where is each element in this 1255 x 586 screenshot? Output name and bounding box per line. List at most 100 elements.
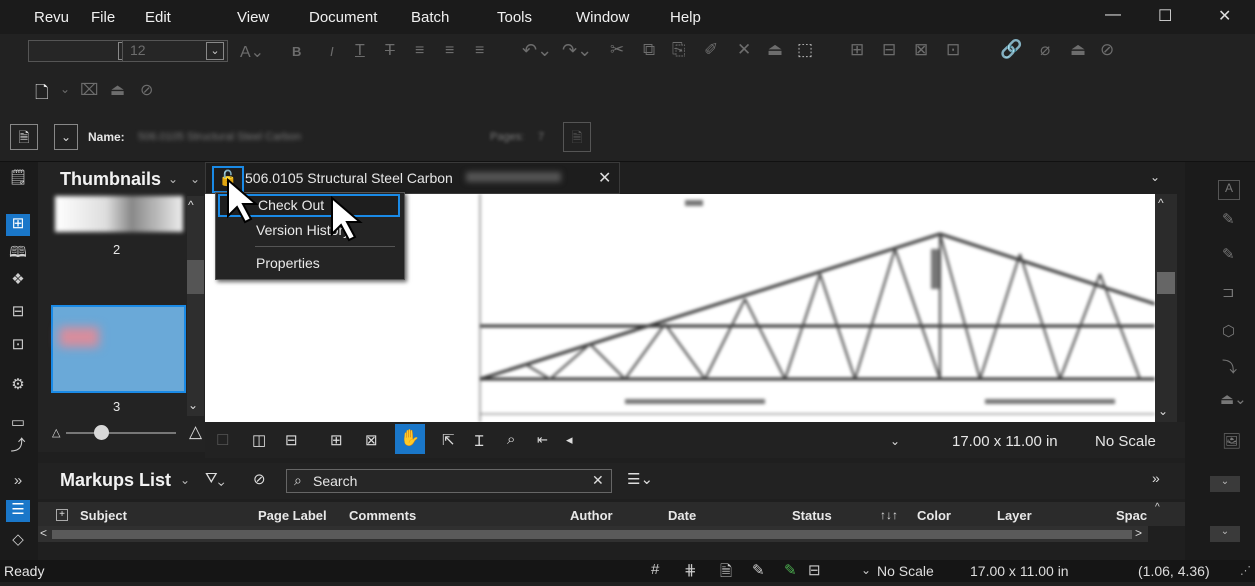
chevron-down-icon[interactable]: ⌄ — [861, 563, 871, 577]
crop-icon[interactable]: ⌧ — [80, 80, 98, 100]
hide-markups-icon[interactable]: ⊘ — [1100, 40, 1114, 60]
text-box-icon[interactable]: A — [1218, 180, 1240, 200]
line-icon[interactable]: ⊐ — [1222, 283, 1235, 301]
strikethrough-icon[interactable]: T — [385, 42, 395, 60]
format-painter-icon[interactable]: ✐ — [704, 40, 718, 60]
zoom-icon[interactable]: ⌕ — [507, 431, 515, 448]
unflatten-icon[interactable]: ⊡ — [946, 40, 960, 60]
list-options-icon[interactable]: ☰⌄ — [627, 470, 653, 488]
cut-icon[interactable]: ✂ — [610, 40, 624, 60]
page-icon[interactable]: 🗎 — [563, 122, 591, 152]
expand-tools-button[interactable]: ⌄ — [1210, 476, 1240, 492]
column-page-label[interactable]: Page Label — [258, 508, 327, 523]
menu-batch[interactable]: Batch — [411, 9, 449, 26]
menu-window[interactable]: Window — [576, 9, 629, 26]
file-icon[interactable]: 🗒 — [6, 168, 30, 190]
chevron-down-icon[interactable]: ⌄ — [1150, 170, 1160, 184]
select-icon[interactable]: ⇱ — [442, 431, 455, 449]
toolchest-icon[interactable]: ⊟ — [6, 302, 30, 324]
scroll-down-icon[interactable]: ⌄ — [1158, 404, 1168, 418]
undo-icon[interactable]: ↶⌄ — [522, 40, 552, 61]
stamp-icon[interactable]: ⏏ — [1070, 40, 1086, 60]
column-status[interactable]: Status — [792, 508, 832, 523]
grid-icon[interactable]: # — [651, 561, 659, 578]
filter-icon[interactable]: ⛛⌄ — [205, 470, 225, 487]
maximize-button[interactable]: ☐ — [1158, 6, 1172, 26]
snap-to-markup-icon[interactable]: ✎ — [752, 561, 765, 579]
link-icon[interactable]: 🔗 — [1000, 39, 1022, 60]
copy-icon[interactable]: ⧉ — [643, 40, 655, 60]
split-view-icon[interactable]: ⊞ — [330, 431, 343, 449]
settings-icon[interactable]: ⚙ — [6, 375, 30, 397]
chevron-down-icon[interactable]: ⌄ — [890, 434, 900, 448]
column-comments[interactable]: Comments — [349, 508, 416, 523]
polygon-icon[interactable]: ⬡ — [1222, 322, 1235, 340]
align-center-icon[interactable]: ≡ — [445, 42, 454, 60]
select-all-icon[interactable]: ⬚ — [797, 40, 813, 60]
scroll-right-icon[interactable]: > — [1135, 526, 1142, 540]
document-icon[interactable]: 🗎 — [10, 124, 38, 150]
scroll-down-icon[interactable]: ⌄ — [188, 398, 198, 412]
text-select-icon[interactable]: Ɪ — [475, 431, 483, 451]
menu-tools[interactable]: Tools — [497, 9, 532, 26]
chevron-down-icon[interactable]: ⌄ — [60, 82, 70, 96]
minimize-button[interactable]: — — [1105, 6, 1121, 24]
layers-icon[interactable]: ❖ — [6, 270, 30, 292]
two-page-icon[interactable]: ◫ — [252, 431, 266, 449]
markups-scroll-thumb[interactable] — [52, 530, 1132, 539]
scroll-up-icon[interactable]: ^ — [1158, 196, 1164, 210]
thumb-size-small-icon[interactable]: △ — [52, 426, 60, 439]
thumbnails-icon[interactable]: ⊞ — [6, 214, 30, 236]
collapse-tools-button[interactable]: ⌄ — [1210, 526, 1240, 542]
flatten-icon[interactable]: ⊠ — [914, 40, 928, 60]
markups-list-icon[interactable]: ☰ — [6, 500, 30, 522]
menu-edit[interactable]: Edit — [145, 9, 171, 26]
document-scroll-thumb[interactable] — [1157, 272, 1175, 294]
bold-icon[interactable]: B — [292, 44, 301, 59]
scroll-left-icon[interactable]: < — [40, 526, 47, 540]
chevron-down-icon[interactable]: ⌄ — [190, 172, 200, 186]
search-input[interactable]: Search — [313, 473, 357, 489]
layers-icon[interactable]: ◇ — [6, 530, 30, 552]
attachment-icon[interactable]: ⌀ — [1040, 40, 1050, 60]
resize-grip-icon[interactable]: ⋰ — [1240, 564, 1251, 577]
thumbnail-size-slider[interactable] — [66, 432, 176, 434]
paste-icon[interactable]: ⎘ — [672, 40, 686, 60]
column-date[interactable]: Date — [668, 508, 696, 523]
document-vertical-scrollbar[interactable] — [1155, 194, 1177, 422]
close-button[interactable]: ✕ — [1218, 6, 1231, 26]
menu-help[interactable]: Help — [670, 9, 701, 26]
arrow-icon[interactable]: ⤵ — [1222, 356, 1237, 377]
align-right-icon[interactable]: ≡ — [475, 42, 484, 60]
links-icon[interactable]: ⊡ — [6, 335, 30, 357]
chevron-down-icon[interactable]: ⌄ — [180, 473, 190, 487]
previous-page-icon[interactable]: ◂ — [566, 432, 573, 448]
stamp-icon[interactable]: ⏏⌄ — [1220, 390, 1247, 408]
hide-markups-icon[interactable]: ⊘ — [253, 470, 266, 488]
column-color[interactable]: Color — [917, 508, 951, 523]
new-document-icon[interactable]: 🗋 — [35, 80, 49, 109]
column-subject[interactable]: Subject — [80, 508, 127, 523]
stamp-icon[interactable]: ⏏ — [110, 80, 125, 100]
close-tab-icon[interactable]: ✕ — [598, 168, 611, 188]
redo-icon[interactable]: ↷⌄ — [562, 40, 592, 61]
snap-to-content-icon[interactable]: 🗎 — [720, 561, 732, 586]
chevron-down-icon[interactable]: ⌄ — [54, 124, 78, 150]
clear-search-icon[interactable]: ✕ — [592, 472, 604, 489]
first-page-icon[interactable]: ⇤ — [537, 432, 548, 448]
expand-icon[interactable]: » — [6, 472, 30, 494]
menu-view[interactable]: View — [237, 9, 269, 26]
chevron-down-icon[interactable]: ⌄ — [206, 42, 224, 60]
column-space[interactable]: Spac — [1116, 508, 1147, 523]
snap-to-grid-icon[interactable]: ⋕ — [684, 561, 697, 579]
single-page-icon[interactable]: ☐ — [216, 431, 229, 449]
scroll-up-icon[interactable]: ^ — [1155, 502, 1160, 513]
lock-markup-icon[interactable]: ⏏ — [767, 40, 783, 60]
thumbnails-scroll-thumb[interactable] — [187, 260, 204, 294]
menu-document[interactable]: Document — [309, 9, 377, 26]
menu-file[interactable]: File — [91, 9, 115, 26]
thumbnail-page-3[interactable] — [51, 305, 186, 393]
underline-icon[interactable]: T — [355, 42, 365, 60]
sort-icon[interactable]: ↑↓↑ — [880, 508, 898, 522]
pen-icon[interactable]: ✎ — [1222, 210, 1235, 228]
